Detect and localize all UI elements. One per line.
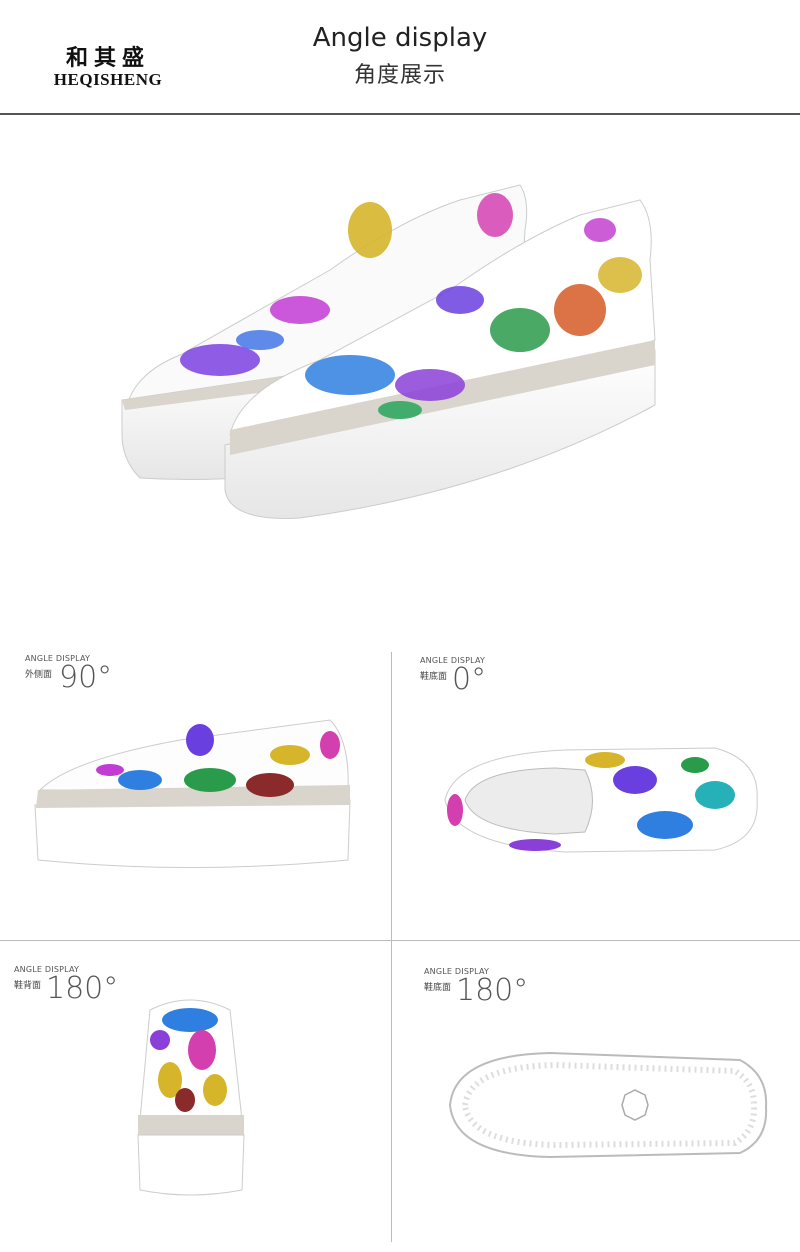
panel-side-label: ANGLE DISPLAY 外侧面 90° xyxy=(25,654,165,694)
panel-subtitle: 鞋背面 xyxy=(14,981,42,991)
sole-view-image xyxy=(440,1045,770,1165)
grid-horizontal-divider xyxy=(0,940,800,941)
panel-angle: 0° xyxy=(452,662,487,697)
panel-angle: 180° xyxy=(46,971,119,1006)
panel-subtitle: 鞋底面 xyxy=(424,983,452,993)
header-divider xyxy=(0,113,800,115)
brand-name-en: HEQISHENG xyxy=(53,70,163,89)
back-view-image xyxy=(130,990,250,1200)
hero-shoe-image xyxy=(100,160,680,560)
panel-angle: 180° xyxy=(456,973,529,1008)
section-title-cn: 角度展示 xyxy=(353,63,446,88)
side-view-image xyxy=(30,710,360,880)
brand-logo: 和其盛 HEQISHENG xyxy=(38,46,178,90)
panel-top-label: ANGLE DISPLAY 鞋底面 0° xyxy=(420,656,560,696)
brand-name-cn: 和其盛 xyxy=(65,45,150,71)
panel-subtitle: 鞋底面 xyxy=(420,672,448,682)
panel-subtitle: 外侧面 xyxy=(25,670,53,680)
section-title: Angle display 角度展示 xyxy=(290,20,510,92)
section-title-en: Angle display xyxy=(312,23,488,53)
top-view-image xyxy=(425,740,765,860)
panel-sole-label: ANGLE DISPLAY 鞋底面 180° xyxy=(424,967,564,1007)
grid-vertical-divider xyxy=(391,652,392,1242)
page-header: 和其盛 HEQISHENG Angle display 角度展示 xyxy=(0,0,800,116)
panel-angle: 90° xyxy=(59,660,113,695)
